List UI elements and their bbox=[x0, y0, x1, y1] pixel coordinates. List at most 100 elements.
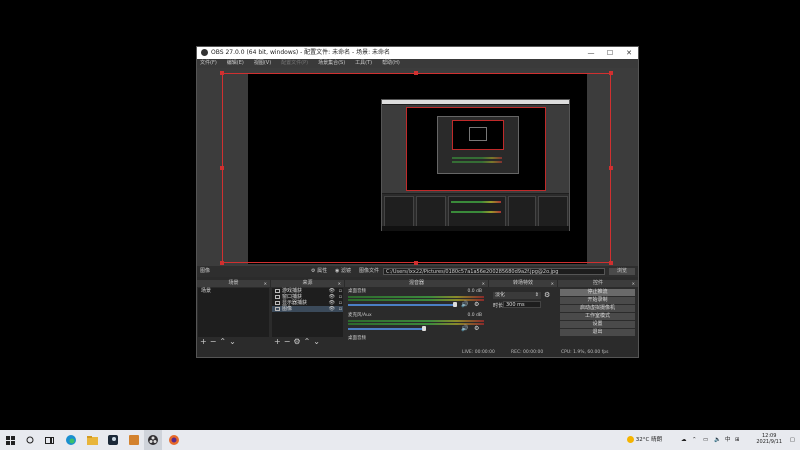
edge-browser-icon bbox=[66, 435, 76, 445]
volume-knob[interactable] bbox=[422, 326, 426, 331]
visibility-eye-icon[interactable]: 👁 bbox=[329, 306, 335, 312]
menu-file[interactable]: 文件(F) bbox=[200, 59, 217, 68]
image-file-label: 图像文件 bbox=[359, 268, 380, 274]
start-recording-button[interactable]: 开始录制 bbox=[560, 297, 635, 304]
channel-name: 桌面音频 bbox=[348, 289, 366, 294]
weather-widget[interactable]: 32°C 晴朗 bbox=[627, 430, 662, 450]
scenes-dock-close-icon[interactable]: ✕ bbox=[264, 280, 267, 287]
sources-dock-close-icon[interactable]: ✕ bbox=[338, 280, 341, 287]
maximize-button[interactable]: ☐ bbox=[601, 47, 619, 59]
controls-title: 控件 bbox=[592, 280, 603, 286]
add-scene-icon[interactable]: + bbox=[200, 337, 207, 346]
app-icon bbox=[129, 435, 139, 445]
browse-button[interactable]: 浏览 bbox=[609, 268, 635, 275]
sun-icon bbox=[627, 436, 634, 443]
source-selection-box[interactable] bbox=[222, 73, 611, 263]
stop-streaming-button[interactable]: 停止推流 bbox=[560, 289, 635, 296]
start-button[interactable] bbox=[1, 430, 19, 450]
menu-help[interactable]: 帮助(H) bbox=[382, 59, 400, 68]
image-path-field[interactable]: C:/Users/lxx22/Pictures/0180c57a1a56e200… bbox=[383, 268, 605, 275]
gear-icon[interactable]: ⚙ bbox=[474, 325, 479, 332]
folder-icon bbox=[86, 435, 98, 445]
menu-scene-collection[interactable]: 场景集合(S) bbox=[318, 59, 345, 68]
remove-scene-icon[interactable]: − bbox=[210, 337, 217, 346]
menu-bar: 文件(F) 编辑(E) 视图(V) 配置文件(P) 场景集合(S) 工具(T) … bbox=[197, 59, 638, 68]
transition-type-select[interactable]: 淡化 ⇕ bbox=[493, 292, 541, 299]
dock-area: 场景 ✕ 场景 + − ⌃ ⌄ 来源 ✕ 游戏捕获 👁 ▫ 窗口捕获 👁 ▫ 显示器捕获 👁 ▫ bbox=[197, 280, 638, 357]
filters-button[interactable]: ◉ 滤镜 bbox=[335, 266, 351, 277]
studio-mode-button[interactable]: 工作室模式 bbox=[560, 313, 635, 320]
input-method-icon[interactable]: ⊞ bbox=[735, 430, 740, 450]
controls-dock-close-icon[interactable]: ✕ bbox=[632, 280, 635, 287]
obs-taskbar-button[interactable] bbox=[144, 430, 162, 450]
settings-button[interactable]: 设置 bbox=[560, 321, 635, 328]
transition-settings-icon[interactable]: ⚙ bbox=[544, 291, 550, 299]
volume-slider[interactable] bbox=[348, 328, 422, 330]
source-item[interactable]: 图像 👁 ▫ bbox=[272, 306, 343, 312]
mixer-title: 混音器 bbox=[408, 280, 424, 286]
steam-button[interactable] bbox=[104, 430, 122, 450]
taskbar: 32°C 晴朗 ☁ ⌃ ▭ 🔈 中 ⊞ 12:09 2021/9/11 ▢ bbox=[0, 430, 800, 450]
volume-icon[interactable]: 🔈 bbox=[714, 430, 721, 450]
source-toolbar: 图像 ⚙ 属性 ◉ 滤镜 图像文件 C:/Users/lxx22/Picture… bbox=[197, 266, 638, 277]
transitions-dock-close-icon[interactable]: ✕ bbox=[551, 280, 554, 287]
close-button[interactable]: ✕ bbox=[620, 47, 638, 59]
move-up-icon[interactable]: ⌃ bbox=[219, 337, 226, 346]
gear-icon[interactable]: ⚙ bbox=[474, 301, 479, 308]
ime-indicator[interactable]: 中 bbox=[725, 430, 731, 450]
game-capture-icon bbox=[275, 288, 280, 293]
channel-name: 麦克风/Aux bbox=[348, 313, 372, 318]
mixer-dock-close-icon[interactable]: ✕ bbox=[482, 280, 485, 287]
clock-date: 2021/9/11 bbox=[756, 439, 782, 445]
menu-view[interactable]: 视图(V) bbox=[254, 59, 271, 68]
sources-title: 来源 bbox=[302, 280, 313, 286]
file-explorer-button[interactable] bbox=[83, 430, 101, 450]
obs-window: OBS 27.0.0 (64 bit, windows) - 配置文件: 未命名… bbox=[196, 46, 639, 358]
menu-edit[interactable]: 编辑(E) bbox=[227, 59, 244, 68]
menu-tools[interactable]: 工具(T) bbox=[355, 59, 372, 68]
display-capture-icon bbox=[275, 300, 280, 305]
exit-button[interactable]: 退出 bbox=[560, 329, 635, 336]
window-capture-icon bbox=[275, 294, 280, 299]
game-app-button[interactable] bbox=[125, 430, 143, 450]
properties-button[interactable]: ⚙ 属性 bbox=[311, 266, 327, 277]
browser-taskbar-button[interactable] bbox=[165, 430, 183, 450]
move-up-icon[interactable]: ⌃ bbox=[304, 337, 311, 346]
channel-db: 0.0 dB bbox=[467, 313, 482, 318]
move-down-icon[interactable]: ⌄ bbox=[229, 337, 236, 346]
volume-slider[interactable] bbox=[348, 304, 456, 306]
edge-taskbar-button[interactable] bbox=[62, 430, 80, 450]
volume-knob[interactable] bbox=[453, 302, 457, 307]
speaker-icon[interactable]: 🔊 bbox=[461, 301, 468, 308]
remove-source-icon[interactable]: − bbox=[284, 337, 291, 346]
filters-label: 滤镜 bbox=[340, 268, 351, 274]
add-source-icon[interactable]: + bbox=[274, 337, 281, 346]
menu-profile[interactable]: 配置文件(P) bbox=[281, 59, 308, 68]
steam-icon bbox=[108, 435, 118, 445]
scene-item[interactable]: 场景 bbox=[198, 288, 269, 294]
minimize-button[interactable]: — bbox=[582, 47, 600, 59]
network-icon[interactable]: ▭ bbox=[703, 430, 708, 450]
controls-dock: 控件 ✕ 停止推流 开始录制 启动虚拟摄像机 工作室模式 设置 退出 bbox=[558, 280, 638, 346]
title-bar: OBS 27.0.0 (64 bit, windows) - 配置文件: 未命名… bbox=[197, 47, 638, 59]
preview-area[interactable] bbox=[197, 68, 638, 266]
move-down-icon[interactable]: ⌄ bbox=[313, 337, 320, 346]
source-settings-icon[interactable]: ⚙ bbox=[293, 337, 300, 346]
audio-meter bbox=[348, 296, 484, 298]
cloud-icon[interactable]: ☁ bbox=[681, 430, 687, 450]
start-virtual-camera-button[interactable]: 启动虚拟摄像机 bbox=[560, 305, 635, 312]
search-button[interactable] bbox=[21, 430, 39, 450]
transitions-dock: 转场特效 ✕ 淡化 ⇕ ⚙ 时长 300 ms bbox=[489, 280, 557, 346]
live-status: LIVE: 00:00:00 bbox=[462, 350, 495, 355]
scenes-dock: 场景 ✕ 场景 + − ⌃ ⌄ bbox=[197, 280, 270, 346]
lock-icon[interactable]: ▫ bbox=[339, 306, 342, 312]
show-hidden-icons-icon[interactable]: ⌃ bbox=[692, 430, 697, 450]
speaker-icon[interactable]: 🔊 bbox=[461, 325, 468, 332]
duration-field[interactable]: 300 ms bbox=[503, 301, 541, 308]
properties-label: 属性 bbox=[317, 268, 328, 274]
task-view-button[interactable] bbox=[40, 430, 58, 450]
cpu-status: CPU: 1.9%, 60.00 fps bbox=[561, 350, 609, 355]
weather-text: 32°C 晴朗 bbox=[635, 437, 663, 443]
clock[interactable]: 12:09 2021/9/11 bbox=[756, 433, 782, 445]
notification-icon[interactable]: ▢ bbox=[790, 430, 795, 450]
